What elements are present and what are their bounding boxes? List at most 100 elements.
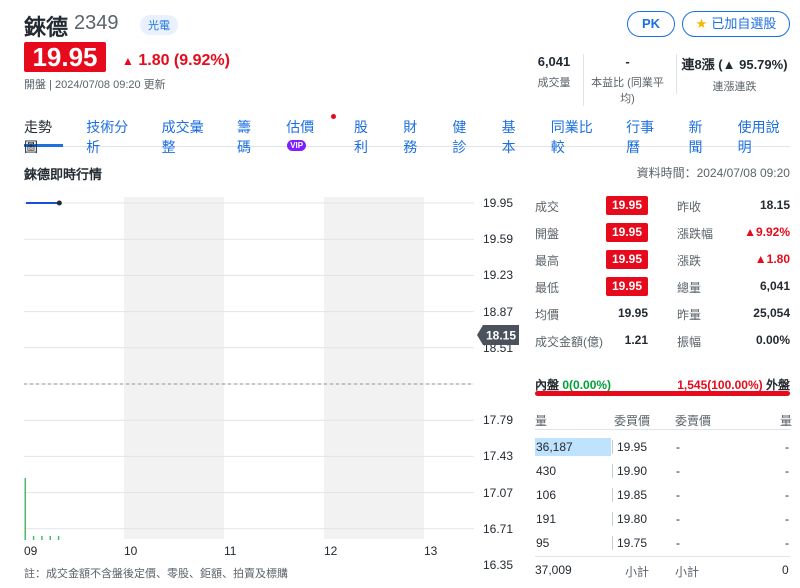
stat-streak-value: 連8漲 (▲ 95.79%): [681, 57, 788, 72]
prev-close-value: 18.15: [486, 329, 516, 343]
quote-value: 19.95: [606, 250, 648, 269]
bid-qty: 95: [536, 536, 550, 550]
volume-bar: [32, 536, 35, 540]
tab-peers[interactable]: 同業比較: [551, 117, 603, 155]
tab-help[interactable]: 使用說明: [738, 117, 790, 155]
y-tick-label: 17.43: [483, 449, 514, 464]
section-title: 錸德即時行情: [24, 167, 103, 182]
y-tick-label: 16.35: [483, 558, 514, 572]
stat-pe: - 本益比 (同業平均): [583, 54, 671, 106]
bid-qty: 36,187: [536, 440, 573, 454]
stock-nav-tabs: 走勢圖 技術分析 成交彙整 籌碼 估價VIP 股利 財務 健診 基本 同業比較 …: [24, 114, 790, 155]
y-tick-label: 16.71: [483, 521, 514, 536]
stat-volume-value: 6,041: [537, 54, 571, 69]
bid-total: 37,009: [535, 563, 572, 577]
quote-label: 振幅: [677, 335, 702, 349]
last-price-dot: [56, 200, 62, 206]
ask-price: -: [676, 440, 680, 454]
hour-band: [324, 197, 424, 539]
tab-dividend[interactable]: 股利: [354, 117, 380, 155]
quote-value: 6,041: [759, 279, 790, 293]
ask-qty: -: [785, 512, 789, 526]
hour-band: [224, 197, 324, 539]
ask-qty-header: 量: [780, 414, 793, 428]
order-book-row: 430 19.90 - -: [535, 462, 790, 480]
quote-label: 最高: [535, 254, 560, 268]
ask-price: -: [676, 536, 680, 550]
quote-label: 均價: [535, 308, 560, 322]
quote-label: 昨收: [677, 200, 702, 214]
outer-label: 外盤: [765, 378, 790, 392]
x-tick-label: 13: [424, 544, 438, 558]
ask-qty: -: [785, 440, 789, 454]
ask-price-header: 委賣價: [675, 414, 712, 428]
quote-value: 1.21: [624, 333, 648, 347]
y-tick-label: 19.23: [483, 268, 514, 283]
order-book-divider: [535, 556, 790, 557]
quote-label: 最低: [535, 281, 560, 295]
ask-total: 0: [782, 563, 789, 577]
stat-volume: 6,041 成交量: [526, 54, 582, 90]
bid-price: 19.75: [617, 536, 648, 550]
price-change: ▲ 1.80 (9.92%): [122, 52, 230, 70]
stat-volume-label: 成交量: [537, 77, 571, 89]
y-tick-label: 18.87: [483, 304, 514, 319]
prev-close-tag: 18.15: [477, 325, 519, 345]
bid-price: 19.95: [617, 440, 648, 454]
hour-band: [24, 197, 124, 539]
ask-qty: -: [785, 488, 789, 502]
tab-financial[interactable]: 財務: [403, 117, 429, 155]
sector-tag[interactable]: 光電: [140, 15, 178, 35]
current-price: 19.95: [24, 42, 106, 72]
order-book-row: 106 19.85 - -: [535, 486, 790, 504]
stat-streak: 連8漲 (▲ 95.79%) 連漲連跌: [676, 54, 792, 94]
watchlist-label: 已加自選股: [711, 16, 777, 31]
tab-trades[interactable]: 成交彙整: [162, 117, 214, 155]
watchlist-button[interactable]: ★ 已加自選股: [682, 11, 790, 37]
bid-qty: 430: [536, 464, 557, 478]
y-tick-label: 19.95: [483, 196, 514, 210]
tab-trend[interactable]: 走勢圖: [24, 117, 64, 155]
volume-bar: [24, 478, 26, 540]
order-book-header: 量 委買價 委賣價 量: [535, 408, 793, 430]
quote-value: 19.95: [617, 306, 648, 320]
tab-basic[interactable]: 基本: [502, 117, 528, 155]
ask-qty: -: [785, 536, 789, 550]
stat-pe-label: 本益比 (同業平均): [591, 77, 664, 105]
x-tick-label: 11: [224, 544, 237, 558]
bid-qty: 106: [536, 488, 557, 502]
order-book-row: 191 19.80 - -: [535, 510, 790, 528]
outer-value: 1,545(100.00%): [677, 378, 763, 392]
quote-value: 19.95: [606, 277, 648, 296]
quote-value: 25,054: [753, 306, 790, 320]
bid-total-label: 小計: [625, 565, 650, 579]
quote-label: 昨量: [677, 308, 702, 322]
quote-label: 成交: [535, 200, 560, 214]
tab-valuation[interactable]: 估價 VIP: [286, 114, 337, 151]
bid-price: 19.85: [617, 488, 648, 502]
quote-value: 0.00%: [755, 333, 790, 347]
tab-technical[interactable]: 技術分析: [86, 117, 138, 155]
stock-code: 2349: [74, 12, 119, 34]
quote-value: 19.95: [606, 223, 648, 242]
hour-band: [424, 197, 474, 539]
ask-total-label: 小計: [675, 565, 700, 579]
x-tick-label: 09: [24, 544, 38, 558]
up-triangle-icon: ▲: [122, 54, 134, 68]
tab-chips[interactable]: 籌碼: [237, 117, 263, 155]
inner-outer-ratio-bar: [535, 391, 790, 396]
quote-value: ▲9.92%: [744, 225, 790, 239]
intraday-chart[interactable]: [24, 190, 474, 540]
tab-health[interactable]: 健診: [452, 117, 478, 155]
column-separator: [612, 512, 613, 526]
tab-calendar[interactable]: 行事曆: [626, 117, 665, 155]
price-change-value: 1.80 (9.92%): [138, 52, 230, 69]
bid-price: 19.90: [617, 464, 648, 478]
bid-price-header: 委買價: [614, 414, 651, 428]
notification-dot: [331, 114, 337, 119]
pk-button[interactable]: PK: [627, 11, 675, 37]
y-tick-label: 17.07: [483, 485, 514, 500]
bid-qty-header: 量: [535, 414, 548, 428]
tab-news[interactable]: 新聞: [688, 117, 714, 155]
hour-band: [124, 197, 224, 539]
